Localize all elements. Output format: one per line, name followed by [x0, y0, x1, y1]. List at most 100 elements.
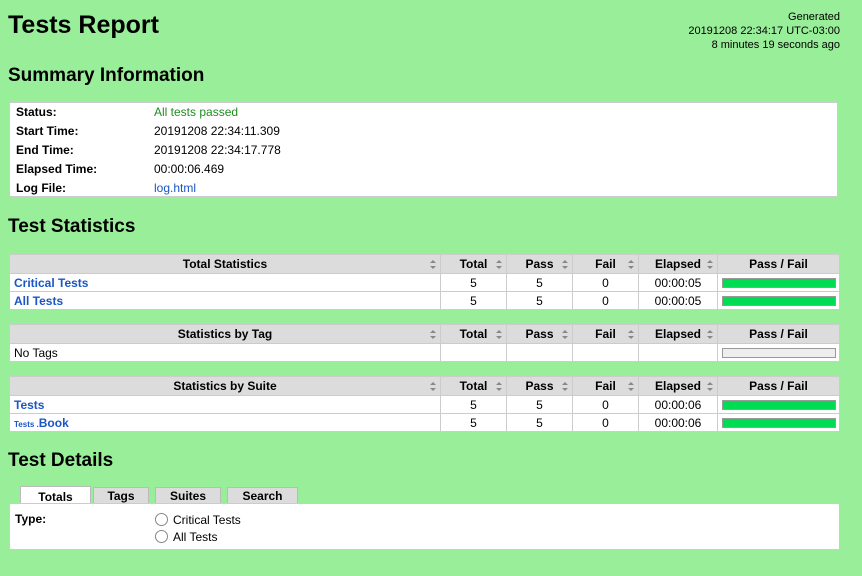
status-label: Status:: [16, 105, 57, 119]
elapsed-column-header[interactable]: Elapsed: [638, 376, 718, 396]
no-tags-cell: No Tags: [9, 343, 441, 362]
fail-cell: [572, 343, 639, 362]
pass-fail-column-header: Pass / Fail: [717, 254, 840, 274]
type-label: Type:: [15, 512, 47, 526]
sort-icon: [430, 260, 436, 269]
details-heading: Test Details: [8, 450, 114, 471]
pass-column-label: Pass: [525, 327, 554, 341]
total-column-header[interactable]: Total: [440, 254, 507, 274]
sort-icon: [562, 330, 568, 339]
pass-column-header[interactable]: Pass: [506, 324, 573, 344]
tab-suites[interactable]: Suites: [155, 487, 221, 504]
fail-cell: 0: [572, 273, 639, 292]
sort-icon: [496, 382, 502, 391]
stat-name-cell: All Tests: [9, 291, 441, 310]
pass-cell: 5: [506, 291, 573, 310]
total-statistics-header[interactable]: Total Statistics: [9, 254, 441, 274]
stat-name-cell: Tests: [9, 395, 441, 414]
sort-icon: [707, 382, 713, 391]
total-column-label: Total: [459, 257, 488, 271]
log-file-label: Log File:: [16, 181, 66, 195]
tag-statistics-header[interactable]: Statistics by Tag: [9, 324, 441, 344]
pass-fail-bar-cell: [717, 413, 840, 432]
elapsed-time-label: Elapsed Time:: [16, 162, 98, 176]
total-cell: 5: [440, 395, 507, 414]
sort-icon: [430, 330, 436, 339]
pass-cell: 5: [506, 413, 573, 432]
elapsed-column-label: Elapsed: [654, 257, 702, 271]
suite-parent-prefix: Tests .: [14, 419, 39, 429]
fail-column-header[interactable]: Fail: [572, 376, 639, 396]
suite-statistics-table: Statistics by Suite Total Pass Fail Elap…: [9, 376, 840, 432]
elapsed-column-label: Elapsed: [654, 327, 702, 341]
pass-column-header[interactable]: Pass: [506, 254, 573, 274]
log-file-link[interactable]: log.html: [154, 179, 196, 198]
tab-search[interactable]: Search: [227, 487, 298, 504]
pass-bar-fill: [722, 400, 835, 409]
elapsed-column-header[interactable]: Elapsed: [638, 254, 718, 274]
elapsed-cell: 00:00:06: [638, 413, 718, 432]
total-cell: 5: [440, 291, 507, 310]
tab-tags[interactable]: Tags: [93, 487, 149, 504]
sort-icon: [707, 330, 713, 339]
table-row: No Tags: [9, 343, 840, 362]
suite-statistics-title: Statistics by Suite: [173, 379, 277, 393]
total-column-header[interactable]: Total: [440, 376, 507, 396]
pass-fail-bar: [721, 417, 836, 428]
stat-name-cell: Tests .Book: [9, 413, 441, 432]
total-cell: 5: [440, 273, 507, 292]
sort-icon: [496, 330, 502, 339]
elapsed-column-label: Elapsed: [654, 379, 702, 393]
pass-fail-bar-cell: [717, 395, 840, 414]
tag-statistics-table: Statistics by Tag Total Pass Fail Elapse…: [9, 324, 840, 362]
summary-heading: Summary Information: [8, 65, 205, 86]
pass-column-label: Pass: [525, 379, 554, 393]
summary-table: Status: All tests passed Start Time: 201…: [9, 102, 838, 197]
sort-icon: [628, 260, 634, 269]
sort-icon: [628, 330, 634, 339]
start-time-label: Start Time:: [16, 124, 79, 138]
all-tests-link[interactable]: All Tests: [14, 294, 63, 308]
pass-fail-bar: [721, 277, 836, 288]
generated-info: Generated 20191208 22:34:17 UTC-03:00 8 …: [688, 10, 840, 52]
status-value: All tests passed: [154, 105, 239, 119]
table-row: All Tests 5 5 0 00:00:05: [9, 291, 840, 310]
fail-column-header[interactable]: Fail: [572, 324, 639, 344]
elapsed-cell: 00:00:06: [638, 395, 718, 414]
fail-column-label: Fail: [595, 257, 616, 271]
elapsed-column-header[interactable]: Elapsed: [638, 324, 718, 344]
elapsed-cell: 00:00:05: [638, 273, 718, 292]
pass-column-label: Pass: [525, 257, 554, 271]
pass-fail-bar: [721, 347, 836, 358]
suite-book-link[interactable]: Book: [39, 416, 69, 430]
sort-icon: [562, 382, 568, 391]
all-tests-radio-option[interactable]: All Tests: [155, 529, 217, 545]
critical-tests-radio-label: Critical Tests: [173, 513, 241, 527]
suite-tests-link[interactable]: Tests: [14, 398, 44, 412]
pass-bar-fill: [722, 418, 835, 427]
pass-column-header[interactable]: Pass: [506, 376, 573, 396]
fail-column-header[interactable]: Fail: [572, 254, 639, 274]
elapsed-time-value: 00:00:06.469: [154, 162, 225, 176]
total-cell: 5: [440, 413, 507, 432]
total-column-label: Total: [459, 327, 488, 341]
pass-fail-bar-cell: [717, 273, 840, 292]
sort-icon: [430, 382, 436, 391]
sort-icon: [707, 260, 713, 269]
radio-button[interactable]: [155, 530, 168, 543]
suite-statistics-header[interactable]: Statistics by Suite: [9, 376, 441, 396]
total-cell: [440, 343, 507, 362]
pass-cell: [506, 343, 573, 362]
statistics-heading: Test Statistics: [8, 216, 136, 237]
critical-tests-radio-option[interactable]: Critical Tests: [155, 512, 241, 528]
radio-button[interactable]: [155, 513, 168, 526]
end-time-label: End Time:: [16, 143, 74, 157]
critical-tests-link[interactable]: Critical Tests: [14, 276, 88, 290]
total-statistics-table: Total Statistics Total Pass Fail Elapsed…: [9, 254, 840, 310]
fail-column-label: Fail: [595, 327, 616, 341]
pass-cell: 5: [506, 395, 573, 414]
pass-fail-bar-cell: [717, 291, 840, 310]
generated-time: 20191208 22:34:17 UTC-03:00: [688, 25, 840, 37]
total-column-header[interactable]: Total: [440, 324, 507, 344]
pass-bar-fill: [722, 296, 835, 305]
